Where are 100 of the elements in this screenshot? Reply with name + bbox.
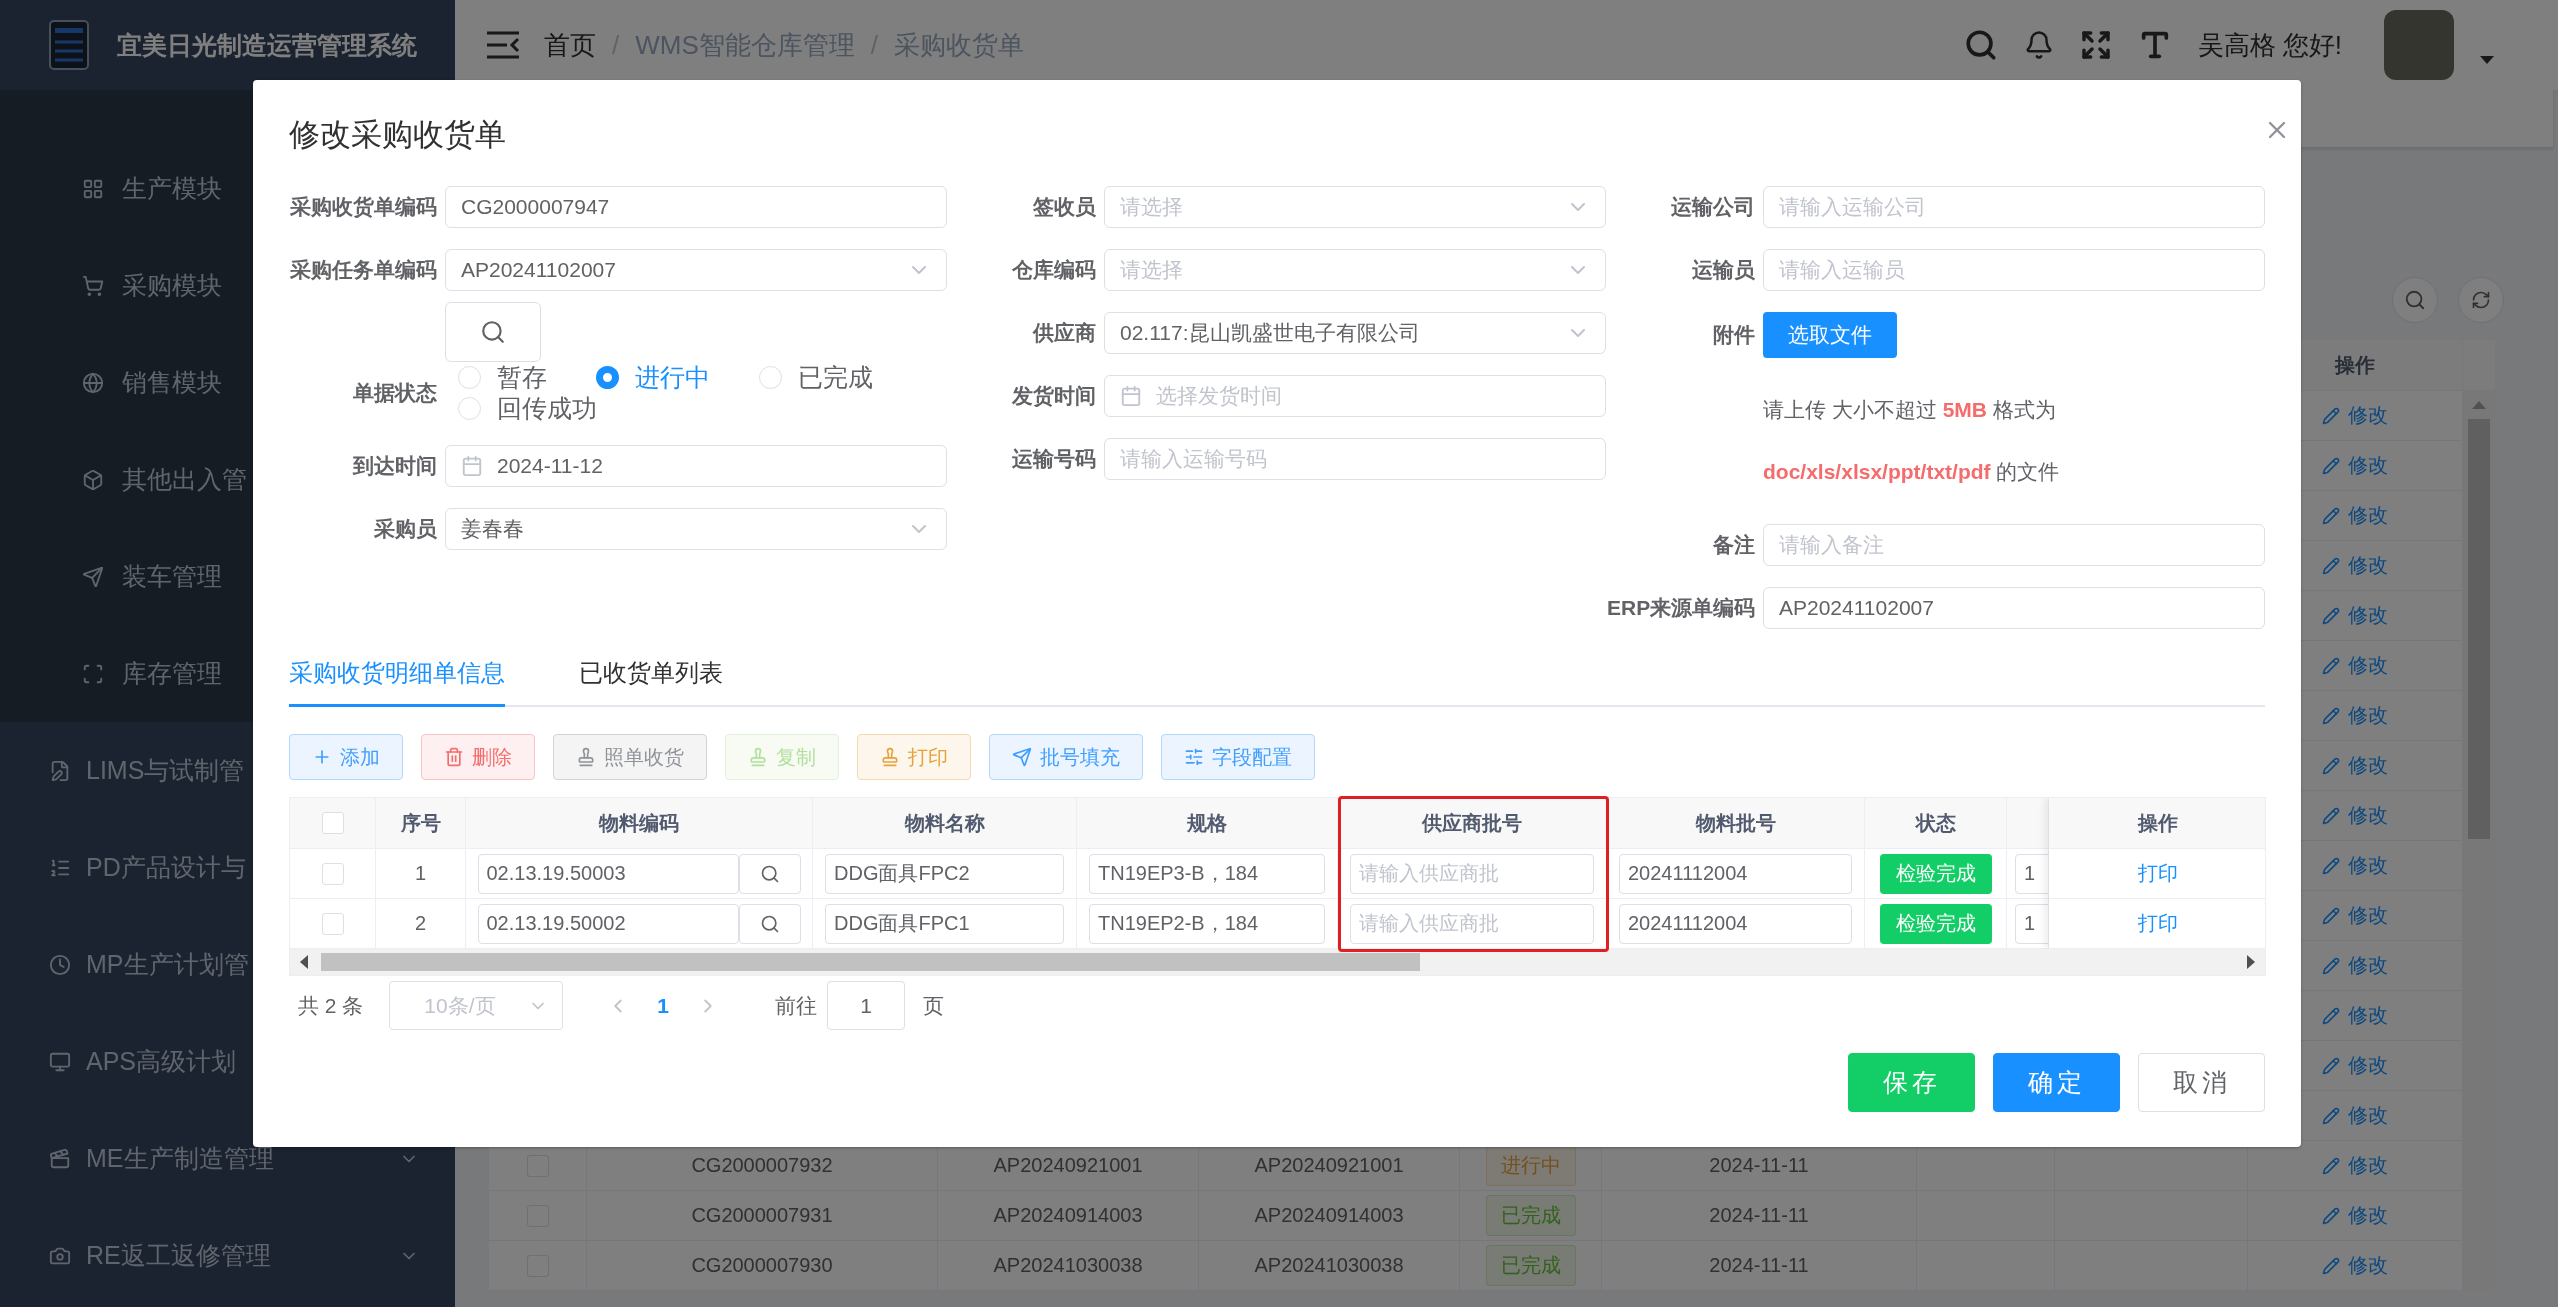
radio-option[interactable]: 进行中 [596, 362, 710, 393]
print-link[interactable]: 打印 [2137, 910, 2178, 937]
edit-link[interactable]: 修改 [2322, 1102, 2388, 1129]
input-field[interactable]: 02.13.19.50003 [477, 853, 739, 894]
edit-link[interactable]: 修改 [2322, 452, 2388, 479]
input-field[interactable]: CG2000007947 [445, 186, 947, 228]
edit-link[interactable]: 修改 [2322, 852, 2388, 879]
field-label: 签收员 [1032, 194, 1096, 220]
edit-link[interactable]: 修改 [2322, 902, 2388, 929]
edit-link[interactable]: 修改 [2322, 402, 2388, 429]
edit-link[interactable]: 修改 [2322, 502, 2388, 529]
input-field[interactable]: 1 [2015, 903, 2048, 944]
input-field[interactable]: TN19EP2-B，184 [1089, 903, 1325, 944]
edit-link[interactable]: 修改 [2322, 1052, 2388, 1079]
input-field[interactable]: 请输入运输号码 [1104, 438, 1606, 480]
breadcrumb-separator: / [612, 29, 620, 61]
field-label: 备注 [1712, 532, 1755, 558]
menu-icon[interactable] [486, 31, 520, 59]
input-field[interactable]: 20241112004 [1619, 853, 1852, 894]
field-label: 附件 [1712, 322, 1755, 348]
dialog-button[interactable]: 保存 [1848, 1053, 1975, 1112]
date-field[interactable]: 选择发货时间 [1104, 375, 1606, 417]
avatar-placeholder[interactable] [2384, 10, 2454, 80]
toolbar-button[interactable]: 删除 [421, 734, 535, 780]
input-field[interactable]: 请输入供应商批 [1350, 903, 1594, 944]
radio-option[interactable]: 暂存 [458, 362, 547, 393]
toolbar-button[interactable]: 字段配置 [1161, 734, 1315, 780]
input-field[interactable]: DDG面具FPC1 [825, 903, 1064, 944]
toolbar-button[interactable]: 打印 [857, 734, 971, 780]
edit-link[interactable]: 修改 [2322, 652, 2388, 679]
tab[interactable]: 采购收货明细单信息 [289, 641, 505, 707]
edit-link[interactable]: 修改 [2322, 552, 2388, 579]
edit-link[interactable]: 修改 [2322, 1152, 2388, 1179]
select-field[interactable]: 请选择 [1104, 186, 1606, 228]
column-header: 物料批号 [1695, 810, 1776, 836]
page-size-select[interactable]: 10条/页 [389, 981, 564, 1030]
input-field[interactable]: 请输入备注 [1763, 524, 2265, 566]
toolbar-button[interactable]: 添加 [289, 734, 403, 780]
page-number[interactable]: 1 [637, 993, 690, 1018]
search-button[interactable] [445, 302, 541, 362]
sidebar-item[interactable]: RE返工返修管理 [0, 1207, 455, 1304]
edit-link[interactable]: 修改 [2322, 702, 2388, 729]
caret-icon[interactable] [2480, 56, 2494, 64]
choose-file-button[interactable]: 选取文件 [1763, 312, 1897, 358]
status-button[interactable]: 检验完成 [1879, 853, 1992, 894]
input-field[interactable]: 请输入运输员 [1763, 249, 2265, 291]
search-button[interactable] [738, 903, 801, 944]
radio-option[interactable]: 已完成 [759, 362, 873, 393]
table-cell: AP20240921001 [1254, 1154, 1404, 1177]
field-label: 单据状态 [352, 380, 437, 406]
edit-link[interactable]: 修改 [2322, 802, 2388, 829]
search-button[interactable] [738, 853, 801, 894]
select-field[interactable]: 请选择 [1104, 249, 1606, 291]
input-field[interactable]: 请输入供应商批 [1350, 853, 1594, 894]
stamp-icon [748, 747, 768, 767]
toolbar-button[interactable]: 批号填充 [989, 734, 1143, 780]
pencil-icon [2322, 506, 2340, 525]
page-input[interactable]: 1 [827, 981, 906, 1030]
toolbar-button[interactable]: 照单收货 [553, 734, 707, 780]
radio-option[interactable]: 回传成功 [458, 393, 597, 424]
edit-link[interactable]: 修改 [2322, 602, 2388, 629]
checkbox[interactable] [321, 912, 344, 935]
calendar-icon [1120, 385, 1142, 407]
search-button[interactable] [2392, 277, 2438, 323]
field-label: 采购员 [373, 516, 437, 542]
input-field[interactable]: 20241112004 [1619, 903, 1852, 944]
status-button[interactable]: 检验完成 [1879, 903, 1992, 944]
field-label: 仓库编码 [1011, 257, 1096, 283]
tab[interactable]: 已收货单列表 [579, 641, 723, 707]
stamp-icon [576, 747, 596, 767]
date-field[interactable]: 2024-11-12 [445, 445, 947, 487]
calendar-icon [461, 455, 483, 477]
refresh-button[interactable] [2458, 277, 2504, 323]
pencil-icon [2322, 556, 2340, 575]
print-link[interactable]: 打印 [2137, 860, 2178, 887]
edit-link[interactable]: 修改 [2322, 1202, 2388, 1229]
input-field[interactable]: DDG面具FPC2 [825, 853, 1064, 894]
edit-link[interactable]: 修改 [2322, 1002, 2388, 1029]
checkbox[interactable] [321, 862, 344, 885]
select-field[interactable]: 02.117:昆山凯盛世电子有限公司 [1104, 312, 1606, 354]
input-field[interactable]: 请输入运输公司 [1763, 186, 2265, 228]
radio-button[interactable] [596, 366, 619, 389]
dialog-button[interactable]: 确定 [1993, 1053, 2120, 1112]
input-field[interactable]: 02.13.19.50002 [477, 903, 739, 944]
select-field[interactable]: AP20241102007 [445, 249, 947, 291]
breadcrumb-link[interactable]: 首页 [544, 27, 596, 63]
edit-link[interactable]: 修改 [2322, 1252, 2388, 1279]
edit-link[interactable]: 修改 [2322, 952, 2388, 979]
input-field[interactable]: AP20241102007 [1763, 587, 2265, 629]
dialog-button[interactable]: 取消 [2138, 1053, 2265, 1112]
input-field[interactable]: 1 [2015, 853, 2048, 894]
search-icon[interactable] [1963, 28, 1998, 62]
pencil-icon [2322, 706, 2340, 725]
checkbox[interactable] [321, 812, 344, 834]
input-field[interactable]: TN19EP3-B，184 [1089, 853, 1325, 894]
sidebar-item[interactable]: ME生产制造管理 [0, 1110, 455, 1207]
fullscreen-icon[interactable] [2079, 29, 2112, 61]
column-header: 供应商批号 [1422, 810, 1522, 836]
select-field[interactable]: 姜春春 [445, 508, 947, 550]
edit-link[interactable]: 修改 [2322, 752, 2388, 779]
